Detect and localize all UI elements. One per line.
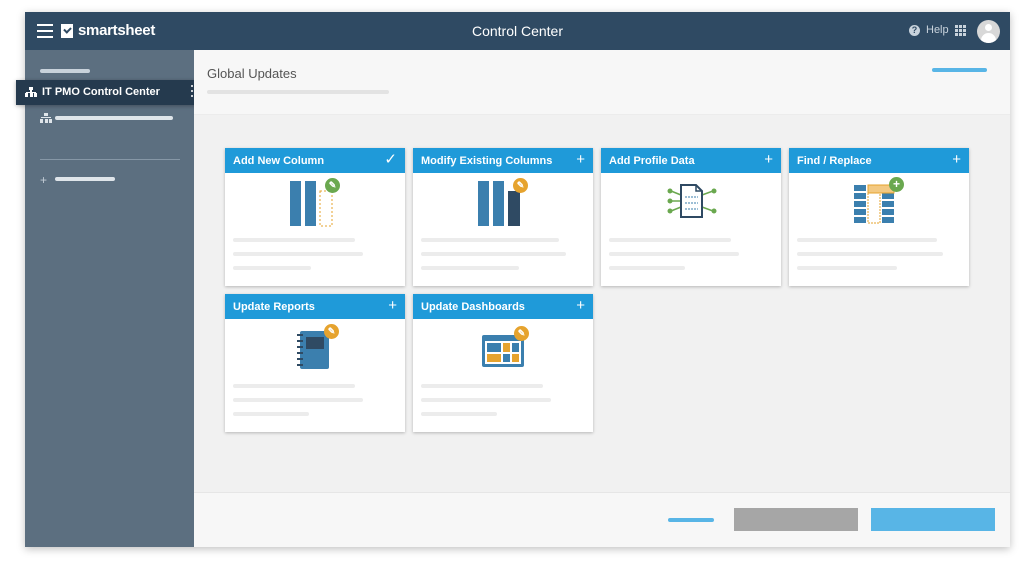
sidebar: IT PMO Control Center + xyxy=(16,50,202,547)
card-header: Update Reports + xyxy=(225,294,405,319)
subtitle-placeholder xyxy=(207,90,389,94)
card-title: Update Reports xyxy=(233,301,315,313)
card-find-replace[interactable]: Find / Replace + + xyxy=(789,148,969,286)
plus-icon[interactable]: + xyxy=(576,298,585,313)
plus-icon: + xyxy=(889,177,904,192)
card-description-placeholder xyxy=(789,233,969,293)
card-update-reports[interactable]: Update Reports + ✎ xyxy=(225,294,405,432)
plus-icon[interactable]: + xyxy=(952,152,961,167)
header-link-placeholder[interactable] xyxy=(932,68,987,72)
columns-icon: ✎ xyxy=(413,173,593,233)
primary-button[interactable] xyxy=(871,508,995,531)
avatar[interactable] xyxy=(977,20,1000,43)
card-title: Update Dashboards xyxy=(421,301,525,313)
plus-icon[interactable]: + xyxy=(388,298,397,313)
card-header: Add Profile Data + xyxy=(601,148,781,173)
card-header: Update Dashboards + xyxy=(413,294,593,319)
main-header: Global Updates xyxy=(194,50,1010,115)
pencil-icon: ✎ xyxy=(513,178,528,193)
card-add-new-column[interactable]: Add New Column ✓ ✎ xyxy=(225,148,405,286)
card-title: Add Profile Data xyxy=(609,155,695,167)
card-description-placeholder xyxy=(413,233,593,293)
footer-link-placeholder[interactable] xyxy=(668,518,714,522)
card-title: Add New Column xyxy=(233,155,325,167)
hierarchy-icon xyxy=(25,87,37,97)
columns-icon: ✎ xyxy=(225,173,405,233)
sidebar-item-placeholder[interactable] xyxy=(55,116,173,120)
plus-icon[interactable]: + xyxy=(764,152,773,167)
dashboard-icon: ✎ xyxy=(413,319,593,379)
card-description-placeholder xyxy=(225,379,405,439)
hierarchy-icon xyxy=(40,113,52,123)
help-icon: ? xyxy=(909,24,920,36)
card-header: Add New Column ✓ xyxy=(225,148,405,173)
notebook-icon: ✎ xyxy=(225,319,405,379)
check-icon: ✓ xyxy=(384,151,397,168)
card-modify-existing-columns[interactable]: Modify Existing Columns + ✎ xyxy=(413,148,593,286)
card-grid: Add New Column ✓ ✎ Modify Existing Colum… xyxy=(194,115,1010,492)
app-window: smartsheet Control Center ? Help IT PMO … xyxy=(16,12,1010,547)
sidebar-item-label: IT PMO Control Center xyxy=(42,86,160,98)
pencil-icon: ✎ xyxy=(514,326,529,341)
secondary-button[interactable] xyxy=(734,508,858,531)
apps-grid-icon[interactable] xyxy=(955,25,966,36)
card-description-placeholder xyxy=(225,233,405,293)
top-bar: smartsheet Control Center ? Help xyxy=(25,12,1010,50)
pencil-icon: ✎ xyxy=(324,324,339,339)
card-add-profile-data[interactable]: Add Profile Data + xyxy=(601,148,781,286)
card-header: Find / Replace + xyxy=(789,148,969,173)
sidebar-divider xyxy=(40,159,180,160)
add-icon[interactable]: + xyxy=(40,174,47,186)
card-update-dashboards[interactable]: Update Dashboards + ✎ xyxy=(413,294,593,432)
plus-icon[interactable]: + xyxy=(576,152,585,167)
add-item-placeholder[interactable] xyxy=(55,177,115,181)
footer-action-bar xyxy=(194,492,1010,547)
card-header: Modify Existing Columns + xyxy=(413,148,593,173)
grid-icon: + xyxy=(789,173,969,233)
pencil-icon: ✎ xyxy=(325,178,340,193)
main-panel: Global Updates Add New Column ✓ ✎ Modify… xyxy=(194,50,1010,547)
help-link[interactable]: ? Help xyxy=(909,24,949,36)
document-network-icon xyxy=(601,173,781,233)
card-title: Modify Existing Columns xyxy=(421,155,553,167)
help-label: Help xyxy=(926,24,949,36)
app-title: Control Center xyxy=(471,23,564,39)
card-description-placeholder xyxy=(601,233,781,293)
card-description-placeholder xyxy=(413,379,593,439)
card-title: Find / Replace xyxy=(797,155,872,167)
sidebar-placeholder xyxy=(40,69,90,73)
page-title: Global Updates xyxy=(207,66,297,81)
sidebar-item-it-pmo-control-center[interactable]: IT PMO Control Center xyxy=(16,80,202,105)
